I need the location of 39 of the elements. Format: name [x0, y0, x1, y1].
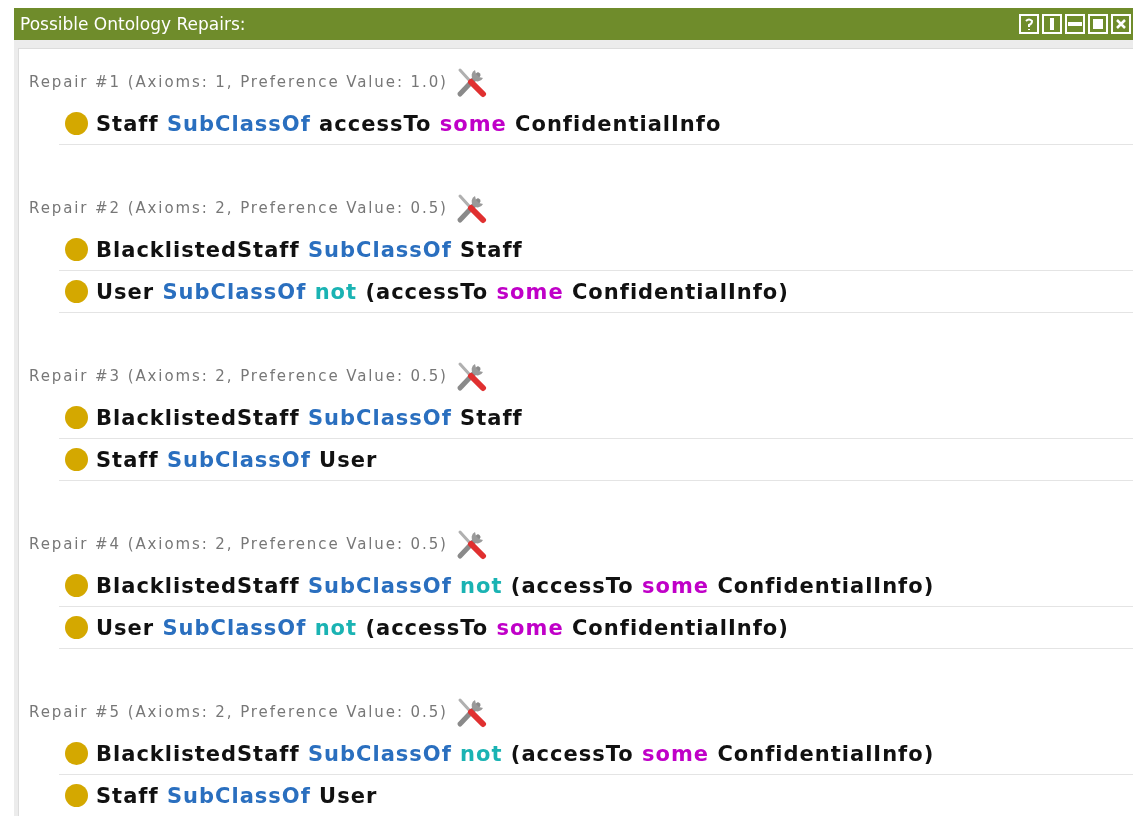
axiom-dot-icon: [65, 406, 88, 429]
axiom-dot-icon: [65, 112, 88, 135]
axiom-row[interactable]: Staff SubClassOf User: [59, 775, 1133, 816]
axiom-row[interactable]: BlacklistedStaff SubClassOf Staff: [59, 397, 1133, 439]
close-button[interactable]: [1111, 14, 1131, 34]
split-vertical-button[interactable]: [1042, 14, 1062, 34]
axiom-row[interactable]: User SubClassOf not (accessTo some ConfidentialInfo): [59, 271, 1133, 313]
axiom-row[interactable]: BlacklistedStaff SubClassOf not (accessTo some ConfidentialInfo): [59, 733, 1133, 775]
axiom-row[interactable]: Staff SubClassOf accessTo some ConfidentialInfo: [59, 103, 1133, 145]
axiom-row[interactable]: Staff SubClassOf User: [59, 439, 1133, 481]
axiom-text: Staff SubClassOf User: [96, 783, 378, 808]
help-button[interactable]: [1019, 14, 1039, 34]
repair-header: Repair #1 (Axioms: 1, Preference Value: 1.0): [29, 73, 448, 91]
axiom-dot-icon: [65, 616, 88, 639]
axiom-text: BlacklistedStaff SubClassOf Staff: [96, 405, 523, 430]
axiom-text: BlacklistedStaff SubClassOf not (accessTo some ConfidentialInfo): [96, 741, 935, 766]
repair-header: Repair #3 (Axioms: 2, Preference Value: 0.5): [29, 367, 448, 385]
axiom-dot-icon: [65, 448, 88, 471]
axiom-dot-icon: [65, 742, 88, 765]
axiom-text: Staff SubClassOf accessTo some ConfidentialInfo: [96, 111, 722, 136]
axiom-text: BlacklistedStaff SubClassOf not (accessTo some ConfidentialInfo): [96, 573, 935, 598]
repair-header: Repair #2 (Axioms: 2, Preference Value: 0.5): [29, 199, 448, 217]
maximize-button[interactable]: [1088, 14, 1108, 34]
axiom-text: User SubClassOf not (accessTo some ConfidentialInfo): [96, 615, 789, 640]
axiom-text: BlacklistedStaff SubClassOf Staff: [96, 237, 523, 262]
axiom-text: User SubClassOf not (accessTo some ConfidentialInfo): [96, 279, 789, 304]
repair-header: Repair #5 (Axioms: 2, Preference Value: 0.5): [29, 703, 448, 721]
axiom-row[interactable]: BlacklistedStaff SubClassOf Staff: [59, 229, 1133, 271]
axiom-dot-icon: [65, 238, 88, 261]
split-horizontal-button[interactable]: [1065, 14, 1085, 34]
axiom-text: Staff SubClassOf User: [96, 447, 378, 472]
axiom-row[interactable]: BlacklistedStaff SubClassOf not (accessTo some ConfidentialInfo): [59, 565, 1133, 607]
maximize-icon: [1090, 16, 1106, 32]
window-title: Possible Ontology Repairs:: [20, 14, 246, 34]
axiom-dot-icon: [65, 574, 88, 597]
axiom-row[interactable]: User SubClassOf not (accessTo some ConfidentialInfo): [59, 607, 1133, 649]
axiom-dot-icon: [65, 784, 88, 807]
axiom-dot-icon: [65, 280, 88, 303]
repair-header: Repair #4 (Axioms: 2, Preference Value: 0.5): [29, 535, 448, 553]
